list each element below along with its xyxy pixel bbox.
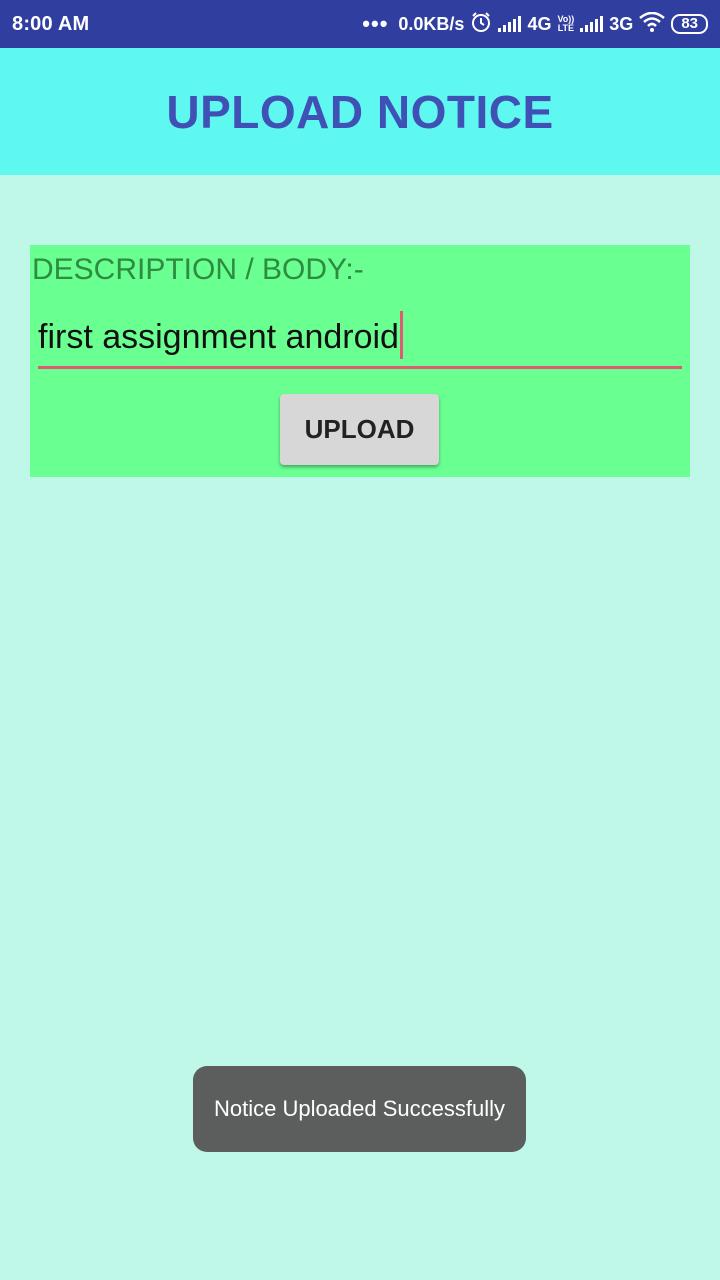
battery-icon: 83	[671, 14, 708, 34]
network-speed: 0.0KB/s	[398, 13, 465, 34]
more-notifications-icon: •••	[362, 11, 389, 36]
page-title: UPLOAD NOTICE	[166, 85, 554, 138]
upload-button[interactable]: UPLOAD	[280, 394, 439, 465]
app-bar: UPLOAD NOTICE	[0, 48, 720, 175]
signal-strength-icon-2	[580, 16, 604, 32]
description-input[interactable]: first assignment android	[38, 307, 682, 369]
network-type-4g: 4G	[527, 13, 552, 34]
description-label: DESCRIPTION / BODY:-	[32, 253, 364, 286]
wifi-icon	[639, 11, 666, 37]
notice-form: DESCRIPTION / BODY:- first assignment an…	[30, 245, 690, 477]
status-bar: 8:00 AM ••• 0.0KB/s 4G Vo)) LTE 3G 83	[0, 0, 720, 48]
alarm-icon	[470, 11, 492, 38]
status-icons: ••• 0.0KB/s 4G Vo)) LTE 3G 83	[362, 11, 708, 38]
description-value[interactable]: first assignment android	[38, 311, 403, 363]
text-cursor	[399, 311, 403, 359]
toast-message: Notice Uploaded Successfully	[193, 1066, 526, 1152]
network-type-3g: 3G	[609, 13, 634, 34]
toast-text: Notice Uploaded Successfully	[213, 1096, 506, 1121]
status-time: 8:00 AM	[12, 12, 90, 35]
signal-strength-icon	[498, 16, 522, 32]
volte-icon: Vo)) LTE	[557, 14, 575, 33]
